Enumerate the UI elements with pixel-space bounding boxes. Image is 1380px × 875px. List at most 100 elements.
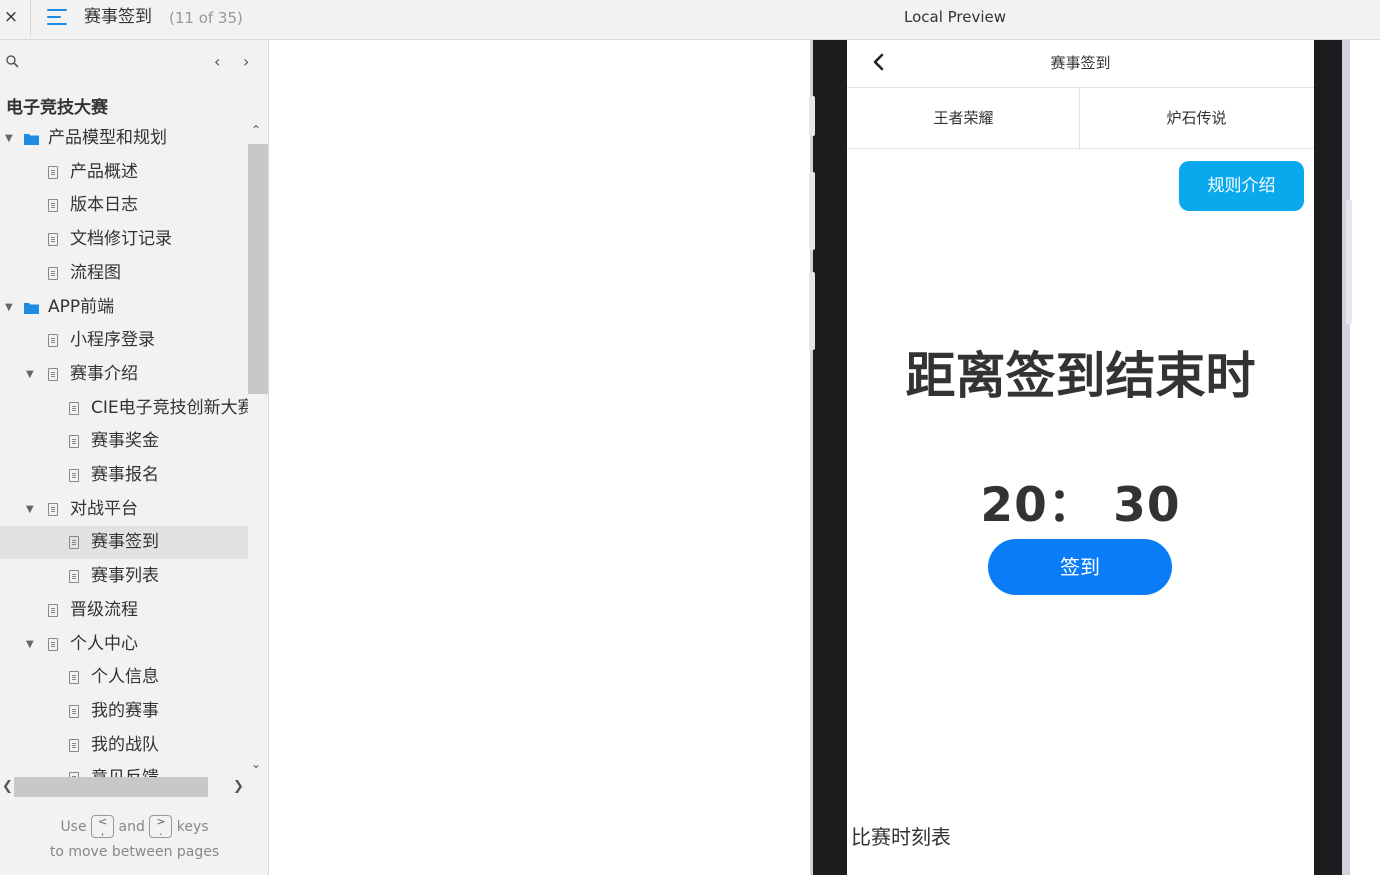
sitemap-item[interactable]: CIE电子竞技创新大赛 bbox=[0, 392, 248, 425]
project-title: 电子竞技大赛 bbox=[6, 98, 108, 118]
check-in-button[interactable]: 签到 bbox=[988, 539, 1172, 595]
key-next: >. bbox=[149, 815, 173, 838]
sitemap-item[interactable]: 我的战队 bbox=[0, 729, 248, 762]
sitemap-item-label: 个人中心 bbox=[70, 634, 138, 654]
sitemap-item[interactable]: ▼ APP前端 bbox=[0, 291, 248, 324]
page-icon bbox=[69, 705, 79, 718]
hint-and: and bbox=[118, 819, 145, 835]
sitemap-item[interactable]: ▼ 对战平台 bbox=[0, 493, 248, 526]
tab-honor-of-kings[interactable]: 王者荣耀 bbox=[847, 88, 1080, 149]
sitemap-item-label: 赛事列表 bbox=[91, 566, 159, 586]
page-icon bbox=[48, 166, 58, 179]
page-icon bbox=[48, 334, 58, 347]
page-icon bbox=[48, 199, 58, 212]
sitemap-item[interactable]: 赛事奖金 bbox=[0, 425, 248, 458]
countdown-heading: 距离签到结束时 bbox=[905, 347, 1256, 405]
sitemap-item-label: 我的赛事 bbox=[91, 701, 159, 721]
sitemap-item[interactable]: 流程图 bbox=[0, 257, 248, 290]
screen-title: 赛事签到 bbox=[1050, 54, 1111, 72]
sitemap-item-label: 版本日志 bbox=[70, 195, 138, 215]
page-icon bbox=[69, 739, 79, 752]
sitemap-item-label: APP前端 bbox=[48, 297, 115, 317]
sitemap-item-label: 晋级流程 bbox=[70, 600, 138, 620]
page-icon bbox=[48, 267, 58, 280]
countdown-time: 20： 30 bbox=[980, 478, 1181, 533]
sitemap-item-label: 流程图 bbox=[70, 263, 121, 283]
sitemap-item[interactable]: ▼ 产品模型和规划 bbox=[0, 122, 248, 155]
page-icon bbox=[69, 469, 79, 482]
phone-side-button bbox=[809, 96, 815, 136]
scroll-right-icon[interactable]: ❯ bbox=[233, 779, 244, 794]
sitemap-item-label: CIE电子竞技创新大赛 bbox=[91, 398, 248, 418]
hint-use: Use bbox=[60, 819, 87, 835]
sitemap-item-label: 赛事奖金 bbox=[91, 431, 159, 451]
phone-frame-right bbox=[1314, 40, 1342, 875]
sitemap-toggle-icon[interactable] bbox=[47, 8, 67, 26]
expand-caret-icon[interactable]: ▼ bbox=[5, 291, 15, 324]
sitemap-item[interactable]: 我的赛事 bbox=[0, 695, 248, 728]
page-icon bbox=[48, 503, 58, 516]
sitemap-item-label: 个人信息 bbox=[91, 667, 159, 687]
sitemap-item[interactable]: 个人信息 bbox=[0, 661, 248, 694]
sitemap-sidebar: ‹ › 电子竞技大赛 ▼ 产品模型和规划产品概述版本日志文档修订记录 流程图 ▼ APP… bbox=[0, 40, 269, 875]
top-bar: × 赛事签到 (11 of 35) Local Preview bbox=[0, 0, 1380, 40]
expand-caret-icon[interactable]: ▼ bbox=[26, 493, 36, 526]
scroll-left-icon[interactable]: ❮ bbox=[2, 779, 13, 794]
page-count: (11 of 35) bbox=[169, 9, 243, 27]
sitemap-item[interactable]: 产品概述 bbox=[0, 156, 248, 189]
sitemap-item-label: 赛事签到 bbox=[91, 532, 159, 552]
page-icon bbox=[48, 638, 58, 651]
page-icon bbox=[69, 671, 79, 684]
phone-screen: 赛事签到 王者荣耀 炉石传说 规则介绍 距离签到结束时 20： 30 签到 比赛… bbox=[847, 40, 1314, 875]
keyboard-hint: Use <, and >. keys to move between pages bbox=[0, 815, 268, 865]
schedule-label: 比赛时刻表 bbox=[851, 825, 951, 849]
key-prev: <, bbox=[91, 815, 115, 838]
game-tabs: 王者荣耀 炉石传说 bbox=[847, 87, 1314, 149]
sitemap-item-label: 我的战队 bbox=[91, 735, 159, 755]
previous-page-button[interactable]: ‹ bbox=[214, 52, 228, 71]
page-icon bbox=[48, 604, 58, 617]
expand-caret-icon[interactable]: ▼ bbox=[26, 358, 36, 391]
sitemap-item[interactable]: 赛事签到 bbox=[0, 526, 248, 559]
sitemap-item-label: 产品模型和规划 bbox=[48, 128, 167, 148]
next-page-button[interactable]: › bbox=[243, 52, 257, 71]
scroll-down-icon[interactable]: ⌄ bbox=[251, 757, 261, 771]
page-icon bbox=[69, 536, 79, 549]
page-icon bbox=[69, 402, 79, 415]
scroll-up-icon[interactable]: ⌃ bbox=[251, 123, 261, 137]
page-title: 赛事签到 bbox=[84, 7, 152, 27]
sitemap-item-label: 对战平台 bbox=[70, 499, 138, 519]
sitemap-item[interactable]: 文档修订记录 bbox=[0, 223, 248, 256]
hint-line2: to move between pages bbox=[49, 844, 220, 860]
sitemap-item-label: 赛事报名 bbox=[91, 465, 159, 485]
sitemap-item[interactable]: 小程序登录 bbox=[0, 324, 248, 357]
phone-frame-left bbox=[813, 40, 847, 875]
folder-icon bbox=[24, 303, 39, 314]
toolbar-divider bbox=[30, 0, 31, 36]
sitemap-item[interactable]: 晋级流程 bbox=[0, 594, 248, 627]
sitemap-item[interactable]: 赛事列表 bbox=[0, 560, 248, 593]
sitemap-item[interactable]: ▼ 个人中心 bbox=[0, 628, 248, 661]
expand-caret-icon[interactable]: ▼ bbox=[26, 628, 36, 661]
phone-side-button bbox=[1346, 200, 1352, 324]
page-icon bbox=[48, 368, 58, 381]
close-icon[interactable]: × bbox=[0, 0, 22, 34]
sitemap-item-label: 赛事介绍 bbox=[70, 364, 138, 384]
preview-title: Local Preview bbox=[904, 8, 1007, 26]
folder-icon bbox=[24, 134, 39, 145]
sitemap-item-label: 小程序登录 bbox=[70, 330, 155, 350]
expand-caret-icon[interactable]: ▼ bbox=[5, 122, 15, 155]
page-icon bbox=[69, 570, 79, 583]
page-icon bbox=[48, 233, 58, 246]
sitemap-item-label: 文档修订记录 bbox=[70, 229, 172, 249]
rules-button[interactable]: 规则介绍 bbox=[1179, 161, 1304, 211]
tab-hearthstone[interactable]: 炉石传说 bbox=[1080, 88, 1313, 149]
horizontal-scrollbar-thumb[interactable] bbox=[14, 777, 208, 797]
vertical-scrollbar-thumb[interactable] bbox=[248, 144, 268, 394]
page-icon bbox=[69, 435, 79, 448]
sitemap-item[interactable]: 版本日志 bbox=[0, 189, 248, 222]
sitemap-item-label: 产品概述 bbox=[70, 162, 138, 182]
sitemap-item[interactable]: ▼ 赛事介绍 bbox=[0, 358, 248, 391]
search-icon[interactable] bbox=[6, 55, 19, 68]
sitemap-item[interactable]: 赛事报名 bbox=[0, 459, 248, 492]
